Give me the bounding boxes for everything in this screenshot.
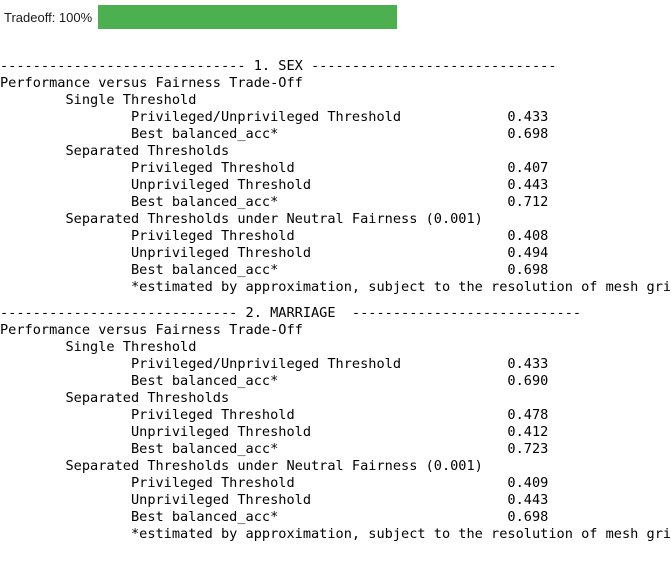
metric-row: Best balanced_acc* 0.698 bbox=[0, 262, 549, 278]
trade-off-report-screen: Tradeoff: 100% -------------------------… bbox=[0, 0, 671, 572]
footnote: *estimated by approximation, subject to … bbox=[0, 279, 671, 295]
section-subtitle: Performance versus Fairness Trade-Off bbox=[0, 322, 303, 338]
metric-row: Privileged Threshold 0.407 bbox=[0, 160, 549, 176]
metric-row: Best balanced_acc* 0.712 bbox=[0, 194, 549, 210]
metric-row: Unprivileged Threshold 0.412 bbox=[0, 424, 549, 440]
metric-row: Privileged/Unprivileged Threshold 0.433 bbox=[0, 356, 549, 372]
section-header-sex: ------------------------------ 1. SEX --… bbox=[0, 58, 557, 74]
metric-row: Privileged Threshold 0.408 bbox=[0, 228, 549, 244]
metric-row: Best balanced_acc* 0.690 bbox=[0, 373, 549, 389]
tradeoff-progress-row: Tradeoff: 100% bbox=[0, 0, 671, 34]
section-subtitle: Performance versus Fairness Trade-Off bbox=[0, 75, 303, 91]
group-title: Separated Thresholds under Neutral Fairn… bbox=[0, 211, 483, 227]
metric-row: Privileged Threshold 0.478 bbox=[0, 407, 549, 423]
metric-row: Best balanced_acc* 0.698 bbox=[0, 509, 549, 525]
tradeoff-progress-fill bbox=[98, 5, 398, 29]
tradeoff-progress-label: Tradeoff: 100% bbox=[4, 9, 93, 25]
footnote: *estimated by approximation, subject to … bbox=[0, 526, 671, 542]
metric-row: Unprivileged Threshold 0.494 bbox=[0, 245, 549, 261]
group-title: Single Threshold bbox=[0, 92, 197, 108]
metric-row: Unprivileged Threshold 0.443 bbox=[0, 177, 549, 193]
section-header-marriage: ----------------------------- 2. MARRIAG… bbox=[0, 305, 582, 321]
report-output: ------------------------------ 1. SEX --… bbox=[0, 58, 671, 543]
group-title: Separated Thresholds bbox=[0, 390, 230, 406]
metric-row: Unprivileged Threshold 0.443 bbox=[0, 492, 549, 508]
group-title: Single Threshold bbox=[0, 339, 197, 355]
tradeoff-progress-track bbox=[98, 5, 398, 29]
metric-row: Best balanced_acc* 0.723 bbox=[0, 441, 549, 457]
group-title: Separated Thresholds under Neutral Fairn… bbox=[0, 458, 483, 474]
group-title: Separated Thresholds bbox=[0, 143, 230, 159]
metric-row: Best balanced_acc* 0.698 bbox=[0, 126, 549, 142]
metric-row: Privileged Threshold 0.409 bbox=[0, 475, 549, 491]
metric-row: Privileged/Unprivileged Threshold 0.433 bbox=[0, 109, 549, 125]
